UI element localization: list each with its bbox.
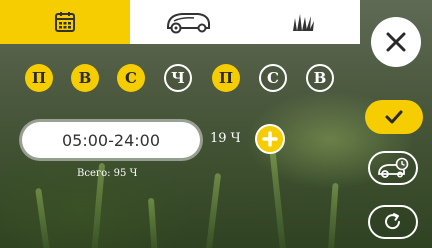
- day-toggle-sat[interactable]: С: [259, 64, 287, 92]
- grass-blade: [35, 187, 51, 248]
- mower-schedule-button[interactable]: [368, 151, 418, 185]
- total-hours: Всего: 95 Ч: [77, 168, 138, 179]
- close-button[interactable]: [371, 17, 421, 67]
- calendar-icon: [55, 12, 75, 32]
- day-toggle-mon[interactable]: П: [25, 64, 53, 92]
- grass-blade: [147, 197, 159, 248]
- mower-schedule-icon: [378, 157, 409, 178]
- end-time: 24:00: [113, 130, 160, 150]
- tab-grass[interactable]: [245, 0, 360, 44]
- refresh-button[interactable]: [368, 205, 418, 239]
- schedule-screen: П В С Ч П С В 05:00 - 24:00 19 Ч Всего: …: [0, 0, 432, 248]
- day-toggle-fri[interactable]: П: [212, 64, 240, 92]
- tab-bar: [0, 0, 360, 44]
- robot-mower-icon: [166, 13, 210, 34]
- grass-blade: [269, 147, 287, 248]
- day-toggle-sun[interactable]: В: [306, 64, 334, 92]
- check-icon: [385, 110, 403, 124]
- tab-mower[interactable]: [130, 0, 245, 44]
- grass-blade: [327, 182, 339, 248]
- day-toggle-thu[interactable]: Ч: [164, 64, 192, 92]
- add-slot-button[interactable]: [255, 124, 285, 154]
- start-time: 05:00: [62, 130, 109, 150]
- tab-schedule[interactable]: [0, 0, 130, 44]
- grass-blade: [204, 172, 222, 248]
- plus-icon: [262, 131, 278, 147]
- confirm-button[interactable]: [365, 100, 423, 134]
- slot-duration: 19 Ч: [210, 131, 241, 146]
- day-toggle-wed[interactable]: С: [117, 64, 145, 92]
- close-icon: [386, 32, 406, 52]
- time-slot-button[interactable]: 05:00 - 24:00: [22, 122, 200, 158]
- day-toggle-tue[interactable]: В: [71, 64, 99, 92]
- refresh-icon: [385, 213, 400, 230]
- grass-icon: [292, 14, 314, 31]
